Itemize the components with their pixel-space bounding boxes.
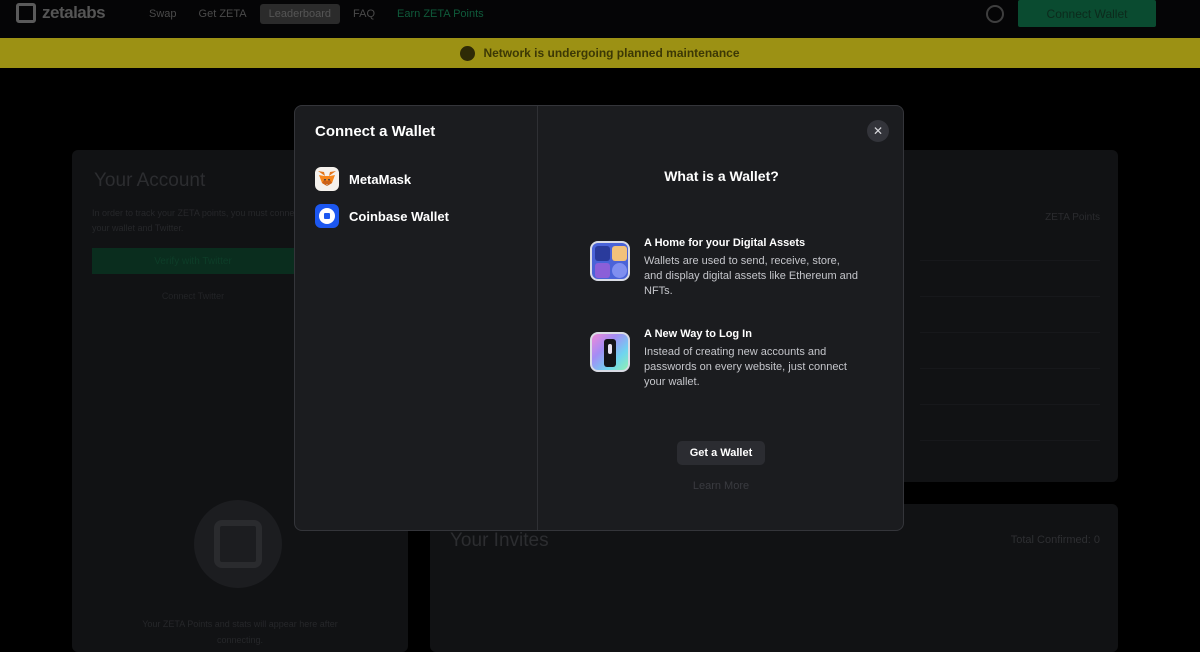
zeta-logo-icon	[16, 3, 36, 23]
top-navigation-bar: zetalabs Swap Get ZETA Leaderboard FAQ E…	[0, 0, 1200, 38]
what-is-wallet-title: What is a Wallet?	[664, 168, 779, 184]
row-divider	[920, 440, 1100, 441]
account-note: Your ZETA Points and stats will appear h…	[142, 619, 338, 645]
invites-total: Total Confirmed: 0	[1010, 534, 1100, 546]
banner-text: Network is undergoing planned maintenanc…	[483, 46, 740, 60]
row-divider	[920, 332, 1100, 333]
verify-twitter-button[interactable]: Verify with Twitter	[92, 248, 294, 274]
wallet-option-coinbase[interactable]: Coinbase Wallet	[307, 201, 527, 231]
digital-assets-icon	[590, 241, 630, 281]
login-key-icon	[590, 332, 630, 372]
feature-description: Instead of creating new accounts and pas…	[644, 346, 847, 388]
nav-faq[interactable]: FAQ	[344, 4, 384, 24]
nav-swap[interactable]: Swap	[140, 4, 186, 24]
learn-more-link[interactable]: Learn More	[677, 480, 765, 492]
warning-icon	[460, 45, 476, 61]
wallet-label-coinbase: Coinbase Wallet	[349, 208, 449, 224]
nav-get-zeta[interactable]: Get ZETA	[190, 4, 256, 24]
theme-toggle-icon[interactable]	[986, 5, 1004, 23]
row-divider	[920, 296, 1100, 297]
maintenance-banner: Network is undergoing planned maintenanc…	[0, 38, 1200, 68]
row-divider	[920, 368, 1100, 369]
row-divider	[920, 404, 1100, 405]
wallet-option-metamask[interactable]: MetaMask	[307, 164, 527, 194]
zetalabs-logo[interactable]: zetalabs	[16, 3, 106, 23]
nav-leaderboard[interactable]: Leaderboard	[259, 4, 341, 24]
connect-wallet-modal: Connect a Wallet MetaMask Coinbase Walle…	[294, 105, 904, 531]
close-icon: ✕	[872, 124, 884, 138]
metamask-fox-icon	[315, 167, 339, 191]
account-description: In order to track your ZETA points, you …	[92, 208, 302, 233]
main-nav: Swap Get ZETA Leaderboard FAQ Earn ZETA …	[140, 4, 493, 24]
close-modal-button[interactable]: ✕	[867, 120, 889, 142]
wallet-list-panel: Connect a Wallet MetaMask Coinbase Walle…	[295, 106, 538, 530]
nav-earn-points[interactable]: Earn ZETA Points	[388, 4, 493, 24]
connect-wallet-button[interactable]: Connect Wallet	[1018, 0, 1156, 27]
points-label: ZETA Points	[1045, 212, 1100, 223]
row-divider	[920, 260, 1100, 261]
coinbase-icon	[315, 204, 339, 228]
feature-title: A Home for your Digital Assets	[644, 237, 806, 249]
wallet-label-metamask: MetaMask	[349, 171, 412, 187]
feature-description: Wallets are used to send, receive, store…	[644, 255, 859, 297]
zeta-placeholder-icon	[194, 500, 282, 588]
get-wallet-button[interactable]: Get a Wallet	[677, 441, 765, 465]
invites-title: Your Invites	[450, 530, 549, 551]
modal-title: Connect a Wallet	[315, 123, 436, 140]
account-title: Your Account	[94, 170, 206, 191]
feature-title: A New Way to Log In	[644, 328, 752, 340]
connect-twitter-link[interactable]: Connect Twitter	[92, 291, 294, 301]
logo-text: zetalabs	[42, 3, 106, 22]
